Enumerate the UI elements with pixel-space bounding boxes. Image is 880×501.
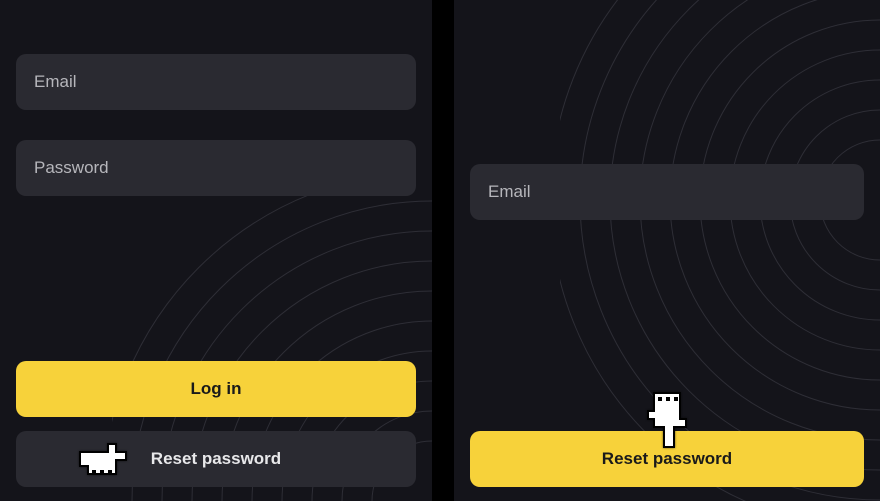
password-field[interactable] — [16, 140, 416, 196]
panel-divider — [432, 0, 454, 501]
login-screen: Log in Reset password — [0, 0, 432, 501]
reset-password-screen: Reset password — [454, 0, 880, 501]
reset-password-button[interactable]: Reset password — [16, 431, 416, 487]
reset-password-label: Reset password — [151, 449, 281, 469]
reset-password-label: Reset password — [602, 449, 732, 469]
pointing-hand-icon — [76, 438, 130, 480]
email-field[interactable] — [470, 164, 864, 220]
email-field[interactable] — [16, 54, 416, 110]
login-button-label: Log in — [191, 379, 242, 399]
reset-password-button[interactable]: Reset password — [470, 431, 864, 487]
login-button[interactable]: Log in — [16, 361, 416, 417]
